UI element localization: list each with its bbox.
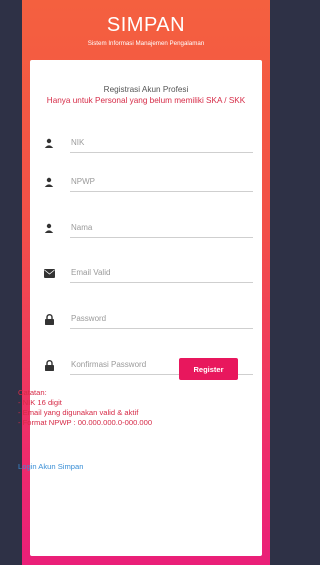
notes: Catatan: - NIK 16 digit - Email yang dig… [18,388,152,428]
envelope-icon [42,266,56,280]
password-input[interactable] [70,309,253,329]
user-icon [42,221,56,235]
registration-card: Registrasi Akun Profesi Hanya untuk Pers… [30,60,262,556]
email-input[interactable] [70,263,253,283]
password-field-row [38,308,253,330]
form-subtitle: Hanya untuk Personal yang belum memiliki… [46,96,246,105]
note-line: - NIK 16 digit [18,398,62,407]
npwp-field-row [38,171,253,193]
lock-icon [42,312,56,326]
app-panel: SIMPAN Sistem Informasi Manajemen Pengal… [22,0,270,565]
app-subtitle: Sistem Informasi Manajemen Pengalaman [87,40,205,47]
user-icon [42,136,56,150]
nik-field-row [38,132,253,154]
app-header: SIMPAN Sistem Informasi Manajemen Pengal… [22,0,270,60]
register-button[interactable]: Register [179,358,238,380]
form-title: Registrasi Akun Profesi [103,85,189,94]
login-link[interactable]: Login Akun Simpan [18,462,83,471]
notes-title: Catatan: [18,388,47,397]
note-line: - Format NPWP : 00.000.000.0-000.000 [18,418,153,427]
lock-icon [42,358,56,372]
nama-field-row [38,217,253,239]
user-icon [42,175,56,189]
app-title: SIMPAN [106,14,186,36]
npwp-input[interactable] [70,172,253,192]
note-line: - Email yang digunakan valid & aktif [18,408,139,417]
form-heading: Registrasi Akun Profesi Hanya untuk Pers… [30,60,262,106]
nik-input[interactable] [70,133,253,153]
nama-input[interactable] [70,218,253,238]
email-field-row [38,262,253,284]
